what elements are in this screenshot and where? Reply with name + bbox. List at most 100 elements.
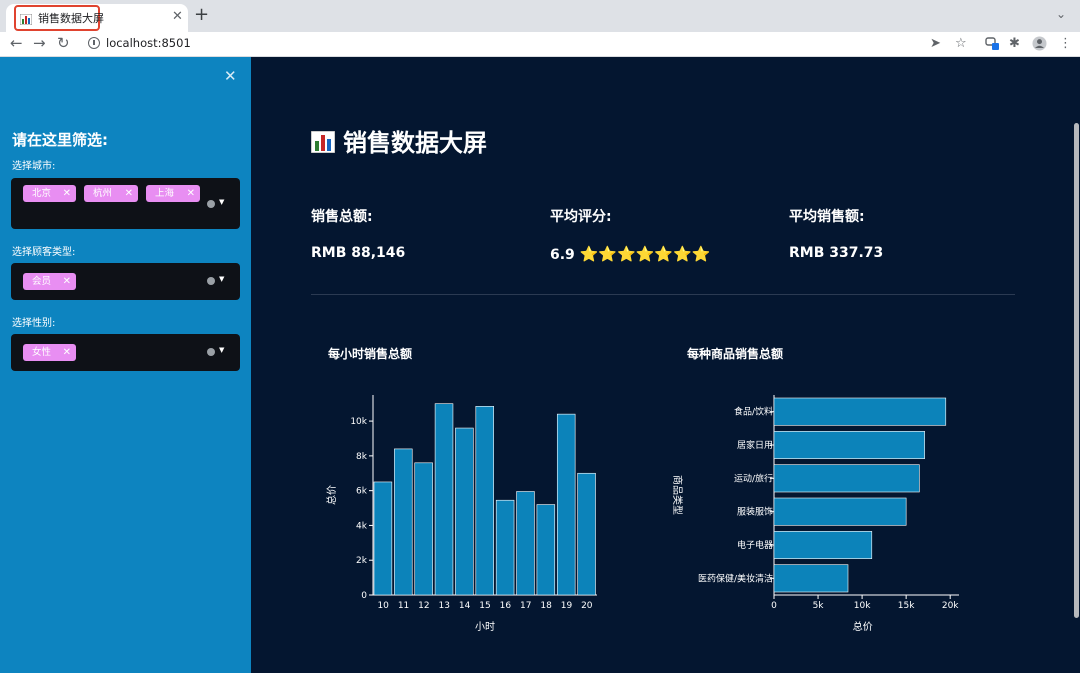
x-tick-label: 11	[398, 601, 409, 611]
bar-chart-icon	[311, 131, 335, 153]
dropdown-arrow-icon[interactable]: ▼	[219, 346, 224, 354]
tab-title: 销售数据大屏	[38, 12, 104, 25]
y-tick-label: 6k	[356, 487, 368, 497]
x-tick-label: 10k	[854, 601, 871, 611]
kebab-menu-icon[interactable]: ⋮	[1059, 36, 1072, 52]
remove-chip-icon[interactable]: ✕	[63, 344, 71, 361]
y-axis-title: 商品类型	[671, 475, 684, 515]
chip-female[interactable]: 女性 ✕	[23, 344, 76, 361]
main-content: 销售数据大屏 销售总额: 平均评分: 平均销售额: RMB 88,146 6.9…	[251, 57, 1080, 673]
x-tick-label: 19	[561, 601, 573, 611]
info-icon[interactable]	[88, 37, 100, 49]
bar	[773, 564, 849, 593]
send-icon[interactable]: ➤	[930, 36, 941, 52]
x-tick-label: 5k	[813, 601, 825, 611]
bar	[773, 531, 873, 559]
scrollbar[interactable]	[1074, 123, 1079, 618]
reload-icon[interactable]: ↻	[57, 33, 70, 53]
bar	[434, 403, 454, 596]
bar-chart-icon	[20, 14, 32, 25]
new-tab-button[interactable]: +	[194, 5, 209, 25]
bar	[773, 464, 920, 493]
hourly-sales-chart: 0 2k 4k 6k 8k 10k 10 11 12 13 14 15 16 17 18 19 20 小时 总价	[325, 395, 597, 633]
bar	[773, 497, 907, 526]
close-sidebar-icon[interactable]: ✕	[224, 67, 237, 85]
url-text[interactable]: localhost:8501	[106, 36, 191, 50]
x-axis-title: 总价	[853, 620, 873, 633]
address-bar-row: ← → ↻ localhost:8501 ➤ ☆ ✱ ⋮	[0, 32, 1080, 57]
city-filter-label: 选择城市:	[12, 161, 56, 172]
y-tick-label: 8k	[356, 452, 368, 462]
clear-all-icon[interactable]	[207, 348, 215, 356]
chip-beijing[interactable]: 北京 ✕	[23, 185, 76, 202]
sidebar: ✕ 请在这里筛选: 选择城市: 北京 ✕ 杭州 ✕ 上海 ✕ ▼ 选择顾客类型: 会员…	[0, 57, 251, 673]
x-axis-title: 小时	[475, 621, 495, 633]
browser-tab-strip: 销售数据大屏 ✕ + ⌄	[0, 0, 1080, 32]
chip-member[interactable]: 会员 ✕	[23, 273, 76, 290]
kpi-avg-rating-value: 6.9 ⭐⭐⭐⭐⭐⭐⭐	[550, 245, 710, 263]
x-tick-label: 18	[540, 601, 552, 611]
url-bar[interactable]: localhost:8501	[80, 33, 980, 55]
x-tick-label: 14	[459, 601, 471, 611]
x-tick-label: 20	[581, 601, 593, 611]
x-tick-label: 15k	[898, 601, 915, 611]
sidebar-title: 请在这里筛选:	[12, 131, 108, 149]
kpi-avg-sales-value: RMB 337.73	[789, 245, 884, 261]
remove-chip-icon[interactable]: ✕	[63, 273, 71, 290]
bar	[475, 406, 494, 596]
gender-filter-label: 选择性别:	[12, 318, 56, 329]
tab-close-icon[interactable]: ✕	[172, 9, 183, 25]
x-tick-label: 20k	[942, 601, 959, 611]
star-rating-icons: ⭐⭐⭐⭐⭐⭐⭐	[579, 245, 711, 263]
bar	[577, 472, 596, 596]
remove-chip-icon[interactable]: ✕	[63, 185, 71, 202]
dropdown-arrow-icon[interactable]: ▼	[219, 198, 224, 206]
y-tick-label: 0	[361, 591, 367, 601]
x-tick-label: 10	[377, 601, 389, 611]
y-tick-label: 2k	[356, 556, 368, 566]
chevron-down-icon[interactable]: ⌄	[1056, 7, 1066, 21]
y-tick-label: 运动/旅行	[734, 472, 773, 484]
x-tick-label: 16	[500, 601, 512, 611]
back-arrow-icon[interactable]: ←	[10, 33, 23, 53]
city-multiselect[interactable]: 北京 ✕ 杭州 ✕ 上海 ✕ ▼	[11, 178, 240, 229]
streamlit-app: ✕ 请在这里筛选: 选择城市: 北京 ✕ 杭州 ✕ 上海 ✕ ▼ 选择顾客类型: 会员…	[0, 57, 1080, 673]
puzzle-icon[interactable]: ✱	[1009, 36, 1020, 52]
star-icon[interactable]: ☆	[955, 36, 967, 52]
y-tick-label: 居家日用	[737, 439, 773, 451]
bar	[536, 504, 556, 596]
x-tick-label: 15	[479, 601, 490, 611]
chip-hangzhou[interactable]: 杭州 ✕	[84, 185, 138, 202]
kpi-total-sales-label: 销售总额:	[311, 209, 373, 225]
rating-number: 6.9	[550, 247, 575, 263]
divider	[311, 294, 1015, 295]
dropdown-arrow-icon[interactable]: ▼	[219, 275, 224, 283]
chip-shanghai[interactable]: 上海 ✕	[146, 185, 200, 202]
y-tick-label: 10k	[350, 417, 367, 427]
clear-all-icon[interactable]	[207, 200, 215, 208]
kpi-avg-rating-label: 平均评分:	[550, 209, 612, 225]
bar	[373, 481, 393, 596]
browser-tab[interactable]: 销售数据大屏 ✕	[6, 4, 188, 32]
bar	[773, 431, 925, 459]
clear-all-icon[interactable]	[207, 277, 215, 285]
bar	[556, 413, 576, 596]
forward-arrow-icon[interactable]: →	[33, 33, 46, 53]
remove-chip-icon[interactable]: ✕	[187, 185, 195, 202]
extension-badge-icon[interactable]	[985, 36, 999, 55]
product-chart-title: 每种商品销售总额	[687, 347, 784, 361]
profile-icon[interactable]	[1032, 36, 1047, 56]
customer-type-multiselect[interactable]: 会员 ✕ ▼	[11, 263, 240, 300]
y-tick-label: 服装服饰	[737, 506, 773, 518]
y-tick-label: 医药保健/美妆清洁	[698, 572, 773, 584]
gender-multiselect[interactable]: 女性 ✕ ▼	[11, 334, 240, 371]
bar	[773, 397, 947, 426]
remove-chip-icon[interactable]: ✕	[125, 185, 133, 202]
x-tick-label: 0	[771, 601, 777, 611]
x-tick-label: 17	[520, 601, 531, 611]
product-sales-chart: 食品/饮料居家日用运动/旅行服装服饰电子电器医药保健/美妆清洁 0 5k 10k 15k…	[671, 395, 959, 633]
customer-type-filter-label: 选择顾客类型:	[12, 247, 76, 258]
y-tick-label: 食品/饮料	[734, 406, 773, 418]
x-tick-label: 13	[439, 601, 450, 611]
kpi-avg-sales-label: 平均销售额:	[789, 209, 865, 225]
